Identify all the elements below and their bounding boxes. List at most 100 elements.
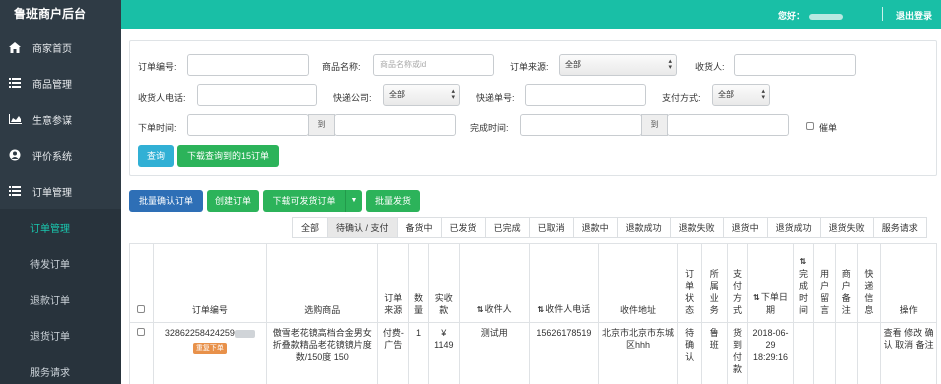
sidebar-item-products[interactable]: 商品管理 bbox=[0, 65, 121, 101]
col-source: 订单来源 bbox=[377, 243, 410, 323]
order-time-end-input[interactable] bbox=[334, 114, 456, 136]
tracking-no-input[interactable] bbox=[525, 84, 646, 106]
order-no-input[interactable] bbox=[187, 54, 309, 76]
col-merchant-note: 商户备注 bbox=[834, 243, 858, 323]
col-phone[interactable]: ⇅收件人电话 bbox=[528, 243, 599, 323]
orders-table: 订单编号 选购商品 订单来源 数量 实收款 ⇅收件人 ⇅收件人电话 收件地址 订… bbox=[129, 243, 937, 384]
download-query-button[interactable]: 下载查询到的15订单 bbox=[177, 145, 279, 167]
user-greeting: 您好： bbox=[778, 9, 843, 22]
tab-cancelled[interactable]: 已取消 bbox=[528, 217, 574, 238]
order-no-label: 订单编号: bbox=[138, 62, 177, 72]
tab-completed[interactable]: 已完成 bbox=[484, 217, 530, 238]
sidebar-item-label: 评价系统 bbox=[32, 151, 72, 163]
create-order-button[interactable]: 创建订单 bbox=[207, 190, 259, 212]
payment-method-select[interactable]: 全部 ▴ ▾ bbox=[712, 84, 770, 106]
list-icon bbox=[8, 184, 22, 198]
sort-icon: ⇅ bbox=[537, 305, 545, 314]
logout-link[interactable]: 退出登录 bbox=[896, 9, 932, 22]
receiver-cell: 测试用 bbox=[458, 322, 530, 384]
courier-label: 快递公司: bbox=[333, 93, 372, 103]
tab-all[interactable]: 全部 bbox=[292, 217, 329, 238]
select-arrow-icon: ▴ ▾ bbox=[761, 88, 765, 101]
row-actions[interactable]: 查看 修改 确认 取消 备注 bbox=[880, 322, 937, 384]
tab-return-failed[interactable]: 退货失败 bbox=[819, 217, 874, 238]
sidebar-subitem-return-orders[interactable]: 退货订单 bbox=[0, 317, 121, 353]
tab-refund-success[interactable]: 退款成功 bbox=[616, 217, 671, 238]
divider bbox=[882, 7, 883, 21]
sidebar-subitem-order-management[interactable]: 订单管理 bbox=[0, 209, 121, 245]
product-link[interactable]: 傲雪老花镜高档合金男女折叠款精品老花镜镜片度数/150度 150 bbox=[266, 322, 379, 384]
top-bar: 您好： 退出登录 bbox=[121, 0, 941, 29]
pay-method-cell: 货到付款 bbox=[726, 322, 749, 384]
receiver-input[interactable] bbox=[734, 54, 856, 76]
filter-panel: 订单编号: 商品名称: 商品名称或id 订单来源: 全部 ▴ ▾ 收货人: 收货人电… bbox=[129, 40, 937, 176]
product-name-label: 商品名称: bbox=[322, 62, 361, 72]
order-source-select[interactable]: 全部 ▴ ▾ bbox=[559, 54, 677, 76]
col-user-msg: 用户留言 bbox=[813, 243, 836, 323]
status-tabs: 全部 待确认 / 支付 备货中 已发货 已完成 已取消 退款中 退款成功 退款失… bbox=[292, 217, 927, 238]
select-arrow-icon: ▴ ▾ bbox=[451, 88, 455, 101]
col-pay-method: 支付方式 bbox=[726, 243, 749, 323]
payment-method-label: 支付方式: bbox=[662, 93, 701, 103]
sidebar-item-label: 订单管理 bbox=[32, 187, 72, 199]
tab-service-request[interactable]: 服务请求 bbox=[872, 217, 927, 238]
sidebar-item-reviews[interactable]: 评价系统 bbox=[0, 137, 121, 173]
col-status: 订单状态 bbox=[677, 243, 702, 323]
list-icon bbox=[8, 76, 22, 90]
tab-refunding[interactable]: 退款中 bbox=[572, 217, 618, 238]
download-shippable-button[interactable]: 下载可发货订单 bbox=[263, 190, 345, 212]
express-info-cell bbox=[856, 322, 882, 384]
sidebar-subitem-refund-orders[interactable]: 退款订单 bbox=[0, 281, 121, 317]
merchant-note-cell bbox=[834, 322, 858, 384]
tab-refund-failed[interactable]: 退款失败 bbox=[669, 217, 724, 238]
sidebar-item-orders[interactable]: 订单管理 bbox=[0, 173, 121, 209]
col-paid: 实收款 bbox=[427, 243, 460, 323]
tab-preparing[interactable]: 备货中 bbox=[396, 217, 442, 238]
batch-confirm-button[interactable]: 批量确认订单 bbox=[129, 190, 203, 212]
urge-checkbox[interactable] bbox=[806, 122, 814, 130]
status-cell: 待确认 bbox=[677, 322, 702, 384]
duplicate-order-badge: 重复下单 bbox=[192, 343, 227, 354]
product-name-input[interactable]: 商品名称或id bbox=[373, 54, 494, 76]
order-time-start-input[interactable] bbox=[187, 114, 309, 136]
order-no-cell: 32862258424259 重复下单 bbox=[152, 322, 268, 384]
sort-icon: ⇅ bbox=[476, 305, 484, 314]
select-arrow-icon: ▴ ▾ bbox=[668, 58, 672, 71]
col-ops: 操作 bbox=[880, 243, 937, 323]
sidebar-subitem-service-requests[interactable]: 服务请求 bbox=[0, 353, 121, 384]
sidebar-item-business-insights[interactable]: 生意参谋 bbox=[0, 101, 121, 137]
col-order-date[interactable]: ⇅下单日期 bbox=[747, 243, 794, 323]
address-cell: 北京市北京市东城区hhh bbox=[597, 322, 679, 384]
table-header-row: 订单编号 选购商品 订单来源 数量 实收款 ⇅收件人 ⇅收件人电话 收件地址 订… bbox=[129, 243, 937, 323]
row-checkbox[interactable] bbox=[137, 328, 146, 336]
batch-ship-button[interactable]: 批量发货 bbox=[366, 190, 420, 212]
tab-returning[interactable]: 退货中 bbox=[722, 217, 768, 238]
urge-label: 催单 bbox=[819, 123, 838, 133]
receiver-phone-label: 收货人电话: bbox=[138, 93, 186, 103]
user-msg-cell bbox=[813, 322, 836, 384]
select-all-checkbox[interactable] bbox=[137, 305, 146, 313]
col-finish-time[interactable]: ⇅完成时间 bbox=[792, 243, 815, 323]
dropdown-caret-icon[interactable]: ▼ bbox=[345, 190, 362, 212]
finish-time-end-input[interactable] bbox=[667, 114, 789, 136]
home-icon bbox=[8, 40, 22, 54]
order-date-cell: 2018-06-29 18:29:16 bbox=[747, 322, 794, 384]
finish-time-label: 完成时间: bbox=[470, 123, 509, 133]
tab-shipped[interactable]: 已发货 bbox=[440, 217, 486, 238]
tab-pending-confirm[interactable]: 待确认 / 支付 bbox=[327, 217, 398, 238]
col-receiver[interactable]: ⇅收件人 bbox=[458, 243, 530, 323]
redacted-digits bbox=[234, 329, 255, 338]
receiver-phone-input[interactable] bbox=[197, 84, 317, 106]
col-express-info: 快递信息 bbox=[856, 243, 882, 323]
table-row[interactable]: 32862258424259 重复下单 傲雪老花镜高档合金男女折叠款精品老花镜镜… bbox=[129, 322, 937, 384]
finish-time-start-input[interactable] bbox=[520, 114, 642, 136]
query-button[interactable]: 查询 bbox=[138, 145, 174, 167]
tab-return-success[interactable]: 退货成功 bbox=[766, 217, 821, 238]
brand-title: 鲁班商户后台 bbox=[0, 0, 121, 29]
courier-select[interactable]: 全部 ▴ ▾ bbox=[383, 84, 460, 106]
sidebar-subitem-pending-shipment[interactable]: 待发订单 bbox=[0, 245, 121, 281]
receiver-label: 收货人: bbox=[695, 62, 725, 72]
col-business: 所属业务 bbox=[700, 243, 728, 323]
source-cell: 付费-广告 bbox=[377, 322, 410, 384]
sidebar-item-home[interactable]: 商家首页 bbox=[0, 29, 121, 65]
